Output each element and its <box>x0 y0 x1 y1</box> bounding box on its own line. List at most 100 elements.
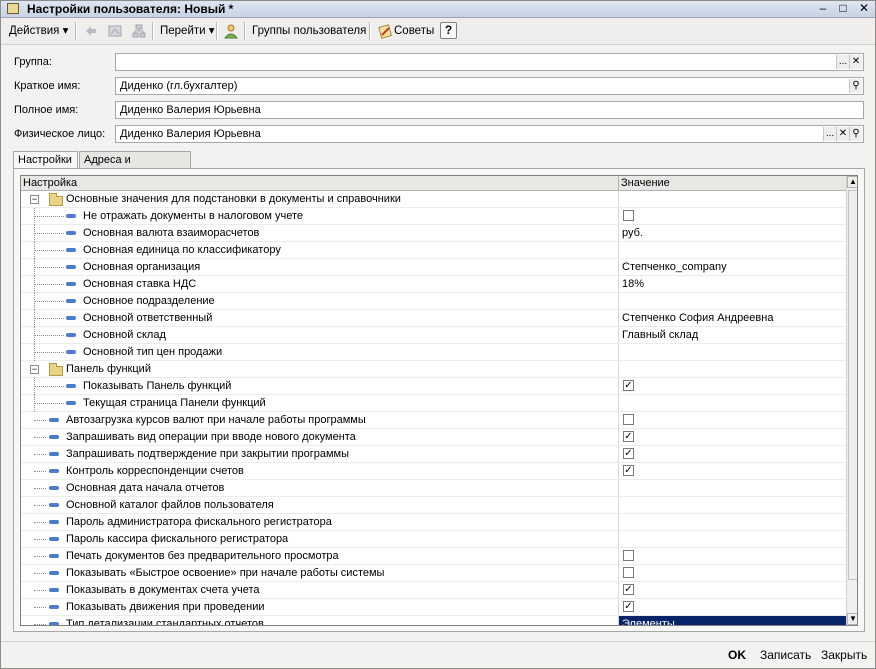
help-icon[interactable]: ? <box>440 22 457 39</box>
collapse-toggle-icon[interactable]: − <box>30 195 39 204</box>
checkbox-unchecked[interactable] <box>623 210 634 221</box>
setting-row[interactable]: Основное подразделение <box>21 293 846 310</box>
setting-row[interactable]: Показывать Панель функций ✓ <box>21 378 846 395</box>
setting-value-cell[interactable] <box>618 497 847 513</box>
setting-value-cell[interactable] <box>618 412 847 428</box>
setting-value-cell[interactable]: ✓ <box>618 429 847 445</box>
checkbox-checked[interactable]: ✓ <box>623 448 634 459</box>
checkbox-checked[interactable]: ✓ <box>623 584 634 595</box>
column-header-value[interactable]: Значение <box>619 176 846 190</box>
setting-value-cell[interactable]: руб. <box>618 225 847 241</box>
setting-value-cell[interactable] <box>618 191 847 207</box>
user-icon[interactable] <box>223 23 239 39</box>
setting-row[interactable]: Запрашивать вид операции при вводе новог… <box>21 429 846 446</box>
setting-row[interactable]: Основной тип цен продажи <box>21 344 846 361</box>
clear-icon[interactable]: ✕ <box>836 127 849 141</box>
checkbox-checked[interactable]: ✓ <box>623 380 634 391</box>
actions-menu[interactable]: Действия ▾ <box>9 21 68 41</box>
scroll-thumb[interactable] <box>848 190 857 580</box>
back-arrow-icon[interactable] <box>83 23 99 39</box>
search-icon[interactable]: ⚲ <box>849 79 862 93</box>
settings-grid[interactable]: Настройка Значение − Основные значения дл… <box>20 175 858 626</box>
setting-value-cell[interactable] <box>618 344 847 360</box>
save-button[interactable]: Записать <box>760 648 811 662</box>
setting-value-cell[interactable] <box>618 514 847 530</box>
setting-row[interactable]: Основная организация Степченко_company <box>21 259 846 276</box>
tips-icon[interactable] <box>377 23 393 39</box>
checkbox-unchecked[interactable] <box>623 567 634 578</box>
setting-value-cell[interactable]: Степченко София Андреевна <box>618 310 847 326</box>
goto-menu[interactable]: Перейти ▾ <box>160 21 215 41</box>
tree-group-row[interactable]: − Панель функций <box>21 361 846 378</box>
setting-row[interactable]: Основная дата начала отчетов <box>21 480 846 497</box>
clear-icon[interactable]: ✕ <box>849 55 862 69</box>
structure-icon[interactable] <box>107 23 123 39</box>
column-header-setting[interactable]: Настройка <box>21 176 619 190</box>
setting-row[interactable]: Показывать движения при проведении ✓ <box>21 599 846 616</box>
select-button[interactable]: ... <box>836 55 849 69</box>
setting-value-cell[interactable]: Главный склад <box>618 327 847 343</box>
setting-value-cell[interactable] <box>618 395 847 411</box>
checkbox-unchecked[interactable] <box>623 550 634 561</box>
setting-row[interactable]: Запрашивать подтверждение при закрытии п… <box>21 446 846 463</box>
setting-value-cell[interactable] <box>618 242 847 258</box>
maximize-button[interactable]: □ <box>833 1 853 16</box>
setting-value-cell[interactable] <box>618 531 847 547</box>
setting-value-cell[interactable] <box>618 565 847 581</box>
setting-row[interactable]: Текущая страница Панели функций <box>21 395 846 412</box>
minimize-button[interactable]: – <box>813 1 833 16</box>
setting-row[interactable]: Не отражать документы в налоговом учете <box>21 208 846 225</box>
short-name-field[interactable]: Диденко (гл.бухгалтер) ⚲ <box>115 77 864 95</box>
setting-value-cell[interactable]: ✓ <box>618 463 847 479</box>
setting-value-cell[interactable] <box>618 293 847 309</box>
setting-row[interactable]: Основная ставка НДС 18% <box>21 276 846 293</box>
setting-value-cell[interactable] <box>618 480 847 496</box>
setting-value-cell[interactable]: ✓ <box>618 582 847 598</box>
search-icon[interactable]: ⚲ <box>849 127 862 141</box>
group-field[interactable]: ... ✕ <box>115 53 864 71</box>
setting-row[interactable]: Контроль корреспонденции счетов ✓ <box>21 463 846 480</box>
hierarchy-icon[interactable] <box>131 23 147 39</box>
setting-row[interactable]: Основная валюта взаиморасчетов руб. <box>21 225 846 242</box>
setting-row[interactable]: Автозагрузка курсов валют при начале раб… <box>21 412 846 429</box>
setting-row[interactable]: Пароль кассира фискального регистратора <box>21 531 846 548</box>
setting-value-cell[interactable]: 18% <box>618 276 847 292</box>
setting-value-cell[interactable]: Элементы <box>618 616 847 625</box>
title-bar[interactable]: Настройки пользователя: Новый * – □ ✕ <box>1 1 875 18</box>
setting-value-cell[interactable] <box>618 361 847 377</box>
setting-row[interactable]: Печать документов без предварительного п… <box>21 548 846 565</box>
checkbox-checked[interactable]: ✓ <box>623 601 634 612</box>
user-groups-button[interactable]: Группы пользователя <box>252 21 366 41</box>
setting-value-cell[interactable]: ✓ <box>618 446 847 462</box>
setting-row[interactable]: Тип детализации стандартных отчетов Элеме… <box>21 616 847 625</box>
setting-value-cell[interactable]: Степченко_company <box>618 259 847 275</box>
setting-value-cell[interactable] <box>618 548 847 564</box>
setting-row[interactable]: Основной ответственный Степченко София Ан… <box>21 310 846 327</box>
select-button[interactable]: ... <box>823 127 836 141</box>
setting-row[interactable]: Основной склад Главный склад <box>21 327 846 344</box>
setting-row[interactable]: Показывать «Быстрое освоение» при начале… <box>21 565 846 582</box>
checkbox-checked[interactable]: ✓ <box>623 431 634 442</box>
checkbox-checked[interactable]: ✓ <box>623 465 634 476</box>
full-name-label: Полное имя: <box>14 104 79 116</box>
tree-group-row[interactable]: − Основные значения для подстановки в док… <box>21 191 846 208</box>
tab-addresses[interactable]: Адреса и телефоны <box>79 151 191 182</box>
person-field[interactable]: Диденко Валерия Юрьевна ... ✕ ⚲ <box>115 125 864 143</box>
vertical-scrollbar[interactable]: ▲ ▼ <box>846 176 857 625</box>
setting-value-cell[interactable] <box>618 208 847 224</box>
setting-value-cell[interactable]: ✓ <box>618 378 847 394</box>
setting-row[interactable]: Пароль администратора фискального регист… <box>21 514 846 531</box>
setting-row[interactable]: Основной каталог файлов пользователя <box>21 497 846 514</box>
close-button[interactable]: Закрыть <box>821 648 867 662</box>
setting-value-cell[interactable]: ✓ <box>618 599 847 615</box>
full-name-field[interactable]: Диденко Валерия Юрьевна <box>115 101 864 119</box>
scroll-up-icon[interactable]: ▲ <box>847 176 857 188</box>
close-window-button[interactable]: ✕ <box>854 1 874 16</box>
setting-row[interactable]: Показывать в документах счета учета ✓ <box>21 582 846 599</box>
checkbox-unchecked[interactable] <box>623 414 634 425</box>
setting-row[interactable]: Основная единица по классификатору <box>21 242 846 259</box>
ok-button[interactable]: OK <box>728 648 746 662</box>
collapse-toggle-icon[interactable]: − <box>30 365 39 374</box>
tips-button[interactable]: Советы <box>394 21 434 41</box>
scroll-down-icon[interactable]: ▼ <box>847 613 857 625</box>
